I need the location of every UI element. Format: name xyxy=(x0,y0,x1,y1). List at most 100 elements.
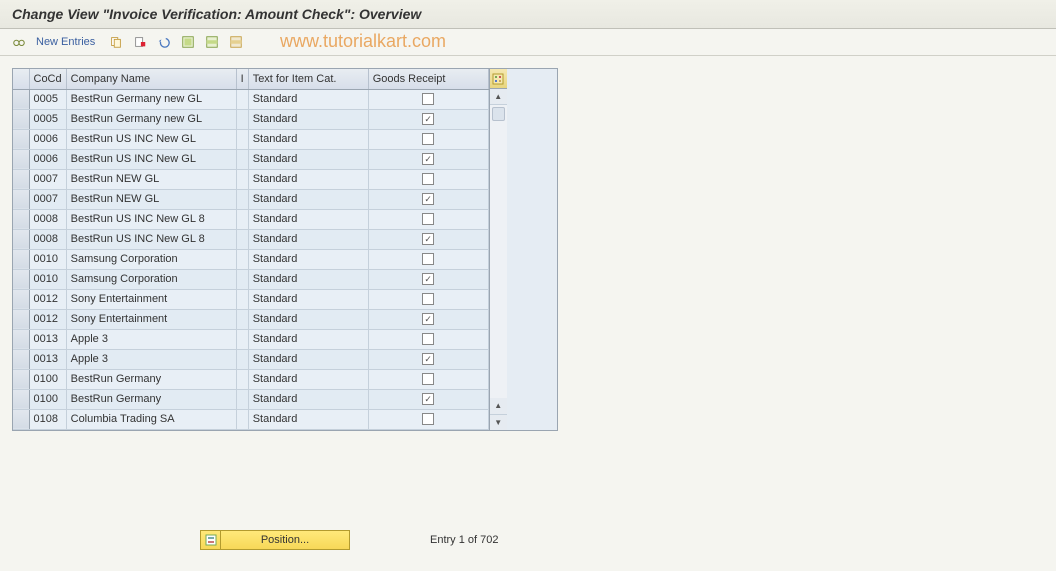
checkbox-icon[interactable]: ✓ xyxy=(422,193,434,205)
cell-name[interactable]: Apple 3 xyxy=(66,329,236,349)
table-row[interactable]: 0010Samsung CorporationStandard xyxy=(13,249,488,269)
col-header-name[interactable]: Company Name xyxy=(66,69,236,89)
cell-i[interactable] xyxy=(236,169,248,189)
cell-name[interactable]: BestRun Germany new GL xyxy=(66,109,236,129)
cell-i[interactable] xyxy=(236,129,248,149)
row-selector[interactable] xyxy=(13,209,29,229)
table-row[interactable]: 0007BestRun NEW GLStandard xyxy=(13,169,488,189)
table-row[interactable]: 0012Sony EntertainmentStandard xyxy=(13,289,488,309)
scroll-up-icon[interactable]: ▲ xyxy=(490,89,507,105)
cell-cocd[interactable]: 0013 xyxy=(29,349,66,369)
checkbox-icon[interactable] xyxy=(422,293,434,305)
checkbox-icon[interactable]: ✓ xyxy=(422,393,434,405)
checkbox-icon[interactable]: ✓ xyxy=(422,353,434,365)
cell-name[interactable]: BestRun Germany xyxy=(66,389,236,409)
cell-cocd[interactable]: 0013 xyxy=(29,329,66,349)
cell-i[interactable] xyxy=(236,409,248,429)
cell-name[interactable]: Samsung Corporation xyxy=(66,249,236,269)
new-entries-button[interactable]: New Entries xyxy=(34,36,101,48)
cell-name[interactable]: Columbia Trading SA xyxy=(66,409,236,429)
table-config-icon[interactable] xyxy=(490,69,507,89)
row-selector[interactable] xyxy=(13,249,29,269)
position-button[interactable]: Position... xyxy=(200,530,350,550)
table-row[interactable]: 0006BestRun US INC New GLStandard✓ xyxy=(13,149,488,169)
cell-gr[interactable]: ✓ xyxy=(368,109,488,129)
row-selector[interactable] xyxy=(13,129,29,149)
table-row[interactable]: 0010Samsung CorporationStandard✓ xyxy=(13,269,488,289)
cell-gr[interactable]: ✓ xyxy=(368,189,488,209)
table-row[interactable]: 0013Apple 3Standard xyxy=(13,329,488,349)
scroll-up2-icon[interactable]: ▲ xyxy=(490,398,507,414)
table-row[interactable]: 0108Columbia Trading SA Standard xyxy=(13,409,488,429)
cell-name[interactable]: BestRun NEW GL xyxy=(66,189,236,209)
cell-text[interactable]: Standard xyxy=(248,349,368,369)
table-row[interactable]: 0013Apple 3 Standard ✓ xyxy=(13,349,488,369)
select-all-header[interactable] xyxy=(13,69,29,89)
cell-gr[interactable] xyxy=(368,209,488,229)
cell-cocd[interactable]: 0006 xyxy=(29,129,66,149)
row-selector[interactable] xyxy=(13,189,29,209)
cell-text[interactable]: Standard xyxy=(248,409,368,429)
cell-text[interactable]: Standard xyxy=(248,369,368,389)
checkbox-icon[interactable] xyxy=(422,253,434,265)
cell-i[interactable] xyxy=(236,249,248,269)
cell-i[interactable] xyxy=(236,389,248,409)
cell-name[interactable]: BestRun US INC New GL 8 xyxy=(66,229,236,249)
cell-gr[interactable]: ✓ xyxy=(368,229,488,249)
checkbox-icon[interactable] xyxy=(422,213,434,225)
row-selector[interactable] xyxy=(13,309,29,329)
cell-gr[interactable] xyxy=(368,169,488,189)
checkbox-icon[interactable] xyxy=(422,173,434,185)
cell-cocd[interactable]: 0012 xyxy=(29,289,66,309)
table-row[interactable]: 0012Sony EntertainmentStandard✓ xyxy=(13,309,488,329)
scroll-thumb[interactable] xyxy=(492,107,505,121)
cell-name[interactable]: BestRun US INC New GL 8 xyxy=(66,209,236,229)
row-selector[interactable] xyxy=(13,329,29,349)
table-row[interactable]: 0008BestRun US INC New GL 8Standard xyxy=(13,209,488,229)
cell-text[interactable]: Standard xyxy=(248,249,368,269)
cell-gr[interactable]: ✓ xyxy=(368,309,488,329)
vertical-scrollbar[interactable]: ▲ ▲ ▼ xyxy=(489,69,507,430)
cell-i[interactable] xyxy=(236,289,248,309)
cell-cocd[interactable]: 0108 xyxy=(29,409,66,429)
table-row[interactable]: 0100BestRun GermanyStandard xyxy=(13,369,488,389)
table-row[interactable]: 0006BestRun US INC New GLStandard xyxy=(13,129,488,149)
cell-i[interactable] xyxy=(236,269,248,289)
select-block-icon[interactable] xyxy=(203,33,221,51)
row-selector[interactable] xyxy=(13,229,29,249)
checkbox-icon[interactable] xyxy=(422,333,434,345)
checkbox-icon[interactable]: ✓ xyxy=(422,233,434,245)
scroll-down-icon[interactable]: ▼ xyxy=(490,414,507,430)
table-row[interactable]: 0100BestRun GermanyStandard✓ xyxy=(13,389,488,409)
table-row[interactable]: 0005BestRun Germany new GLStandard xyxy=(13,89,488,109)
checkbox-icon[interactable] xyxy=(422,93,434,105)
row-selector[interactable] xyxy=(13,369,29,389)
cell-text[interactable]: Standard xyxy=(248,149,368,169)
select-all-icon[interactable] xyxy=(179,33,197,51)
cell-name[interactable]: BestRun NEW GL xyxy=(66,169,236,189)
col-header-gr[interactable]: Goods Receipt xyxy=(368,69,488,89)
checkbox-icon[interactable]: ✓ xyxy=(422,153,434,165)
cell-text[interactable]: Standard xyxy=(248,229,368,249)
cell-gr[interactable] xyxy=(368,289,488,309)
cell-text[interactable]: Standard xyxy=(248,209,368,229)
cell-name[interactable]: BestRun US INC New GL xyxy=(66,149,236,169)
cell-name[interactable]: BestRun Germany new GL xyxy=(66,89,236,109)
cell-cocd[interactable]: 0007 xyxy=(29,169,66,189)
cell-name[interactable]: Apple 3 xyxy=(66,349,236,369)
cell-gr[interactable] xyxy=(368,369,488,389)
copy-icon[interactable] xyxy=(107,33,125,51)
cell-gr[interactable]: ✓ xyxy=(368,149,488,169)
cell-i[interactable] xyxy=(236,349,248,369)
deselect-all-icon[interactable] xyxy=(227,33,245,51)
cell-cocd[interactable]: 0005 xyxy=(29,89,66,109)
cell-text[interactable]: Standard xyxy=(248,309,368,329)
cell-name[interactable]: Samsung Corporation xyxy=(66,269,236,289)
cell-i[interactable] xyxy=(236,209,248,229)
row-selector[interactable] xyxy=(13,389,29,409)
table-row[interactable]: 0008BestRun US INC New GL 8Standard✓ xyxy=(13,229,488,249)
cell-cocd[interactable]: 0100 xyxy=(29,369,66,389)
cell-text[interactable]: Standard xyxy=(248,129,368,149)
col-header-text[interactable]: Text for Item Cat. xyxy=(248,69,368,89)
cell-cocd[interactable]: 0012 xyxy=(29,309,66,329)
